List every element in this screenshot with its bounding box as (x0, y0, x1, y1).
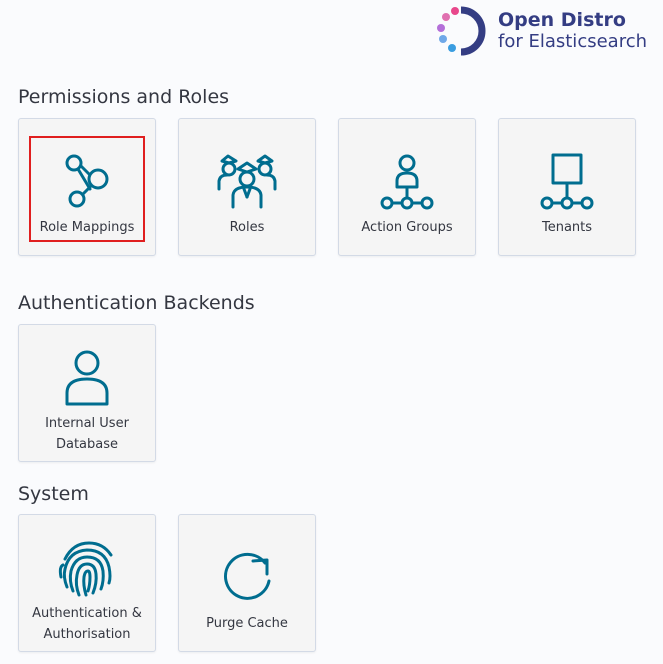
tile-label: Roles (229, 220, 265, 235)
tile-authentication-authorisation[interactable]: Authentication & Authorisation (18, 514, 156, 652)
tile-label: Action Groups (361, 220, 453, 235)
tile-label-line2: Database (55, 437, 119, 452)
tile-internal-user-database[interactable]: Internal User Database (18, 324, 156, 462)
tile-action-groups[interactable]: Action Groups (338, 118, 476, 256)
refresh-icon (179, 547, 315, 611)
user-icon (19, 347, 155, 411)
section-title-permissions: Permissions and Roles (18, 86, 230, 108)
section-title-authentication: Authentication Backends (18, 292, 255, 314)
action-groups-icon (339, 149, 475, 213)
open-distro-logo: Open Distro for Elasticsearch (434, 4, 662, 58)
tile-label-line2: Authorisation (43, 627, 131, 642)
logo-title: Open Distro (498, 9, 626, 31)
logo-subtitle: for Elasticsearch (498, 31, 648, 52)
fingerprint-icon (19, 537, 155, 601)
tile-roles[interactable]: Roles (178, 118, 316, 256)
role-mapping-icon (19, 149, 155, 213)
tile-label: Purge Cache (206, 616, 288, 631)
tile-tenants[interactable]: Tenants (498, 118, 636, 256)
tile-label: Tenants (541, 220, 593, 235)
tile-label-line1: Internal User (45, 416, 129, 431)
roles-icon (179, 149, 315, 213)
tile-role-mappings[interactable]: Role Mappings (18, 118, 156, 256)
tile-purge-cache[interactable]: Purge Cache (178, 514, 316, 652)
tile-label-line1: Authentication & (32, 606, 142, 621)
open-distro-mark-icon (437, 6, 486, 56)
section-title-system: System (18, 483, 89, 505)
tile-label: Role Mappings (39, 220, 135, 235)
tenants-icon (499, 149, 635, 213)
